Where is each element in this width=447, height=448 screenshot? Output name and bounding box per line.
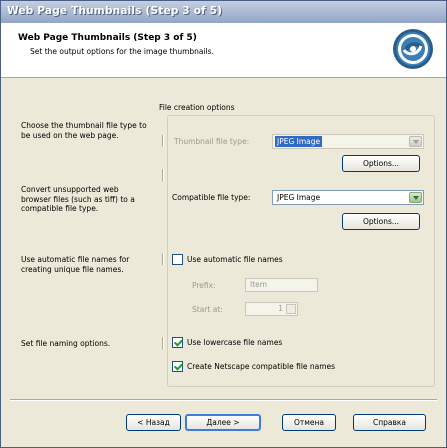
wizard-header: Web Page Thumbnails (Step 3 of 5) Set th… [1,23,446,78]
lowercase-label: Use lowercase file names [187,338,283,347]
auto-names-checkbox[interactable] [172,254,183,265]
group-label: File creation options [159,103,235,112]
back-button[interactable]: < Назад [126,414,181,431]
prefix-label: Prefix: [192,281,216,290]
page-title: Web Page Thumbnails (Step 3 of 5) [18,33,197,43]
footer-divider [10,399,437,401]
auto-names-label: Use automatic file names [187,255,283,264]
compatible-type-value: JPEG Image [277,193,321,202]
naming-description: Set file naming options. [21,339,111,348]
compatible-description: Convert unsupported web browser files (s… [21,185,135,213]
cancel-button[interactable]: Отмена [282,414,336,431]
thumbnail-type-label: Thumbnail file type: [174,137,250,146]
divider [162,253,164,265]
divider [162,337,164,349]
compatible-options-button[interactable]: Options... [342,213,420,230]
window-title: Web Page Thumbnails (Step 3 of 5) [7,5,223,17]
next-button[interactable]: Далее > [185,414,261,431]
divider [162,135,164,147]
wizard-window: Web Page Thumbnails (Step 3 of 5) Web Pa… [0,0,447,448]
chevron-down-icon[interactable] [409,192,422,203]
divider [162,169,164,181]
netscape-label: Create Netscape compatible file names [187,362,336,371]
thumbnail-options-button[interactable]: Options... [342,155,420,172]
swirl-logo-icon [393,29,433,69]
automatic-description: Use automatic file names for creating un… [21,255,130,274]
lowercase-checkbox[interactable] [172,337,183,348]
thumbnail-description: Choose the thumbnail file type to be use… [21,121,147,140]
prefix-input[interactable]: Item [245,278,318,292]
compatible-type-label: Compatible file type: [172,193,251,202]
page-subtitle: Set the output options for the image thu… [30,47,214,56]
thumbnail-type-value: JPEG Image [275,136,323,147]
thumbnail-type-select[interactable]: JPEG Image [272,134,424,149]
start-at-label: Start at: [192,305,223,314]
compatible-type-select[interactable]: JPEG Image [272,190,424,205]
title-bar[interactable]: Web Page Thumbnails (Step 3 of 5) [1,1,446,23]
start-at-stepper[interactable]: 1 [245,302,298,316]
spin-arrows-icon[interactable] [286,304,296,314]
netscape-checkbox[interactable] [172,361,183,372]
chevron-down-icon[interactable] [409,136,422,147]
help-button[interactable]: Справка [353,414,426,431]
start-at-value: 1 [278,304,283,313]
